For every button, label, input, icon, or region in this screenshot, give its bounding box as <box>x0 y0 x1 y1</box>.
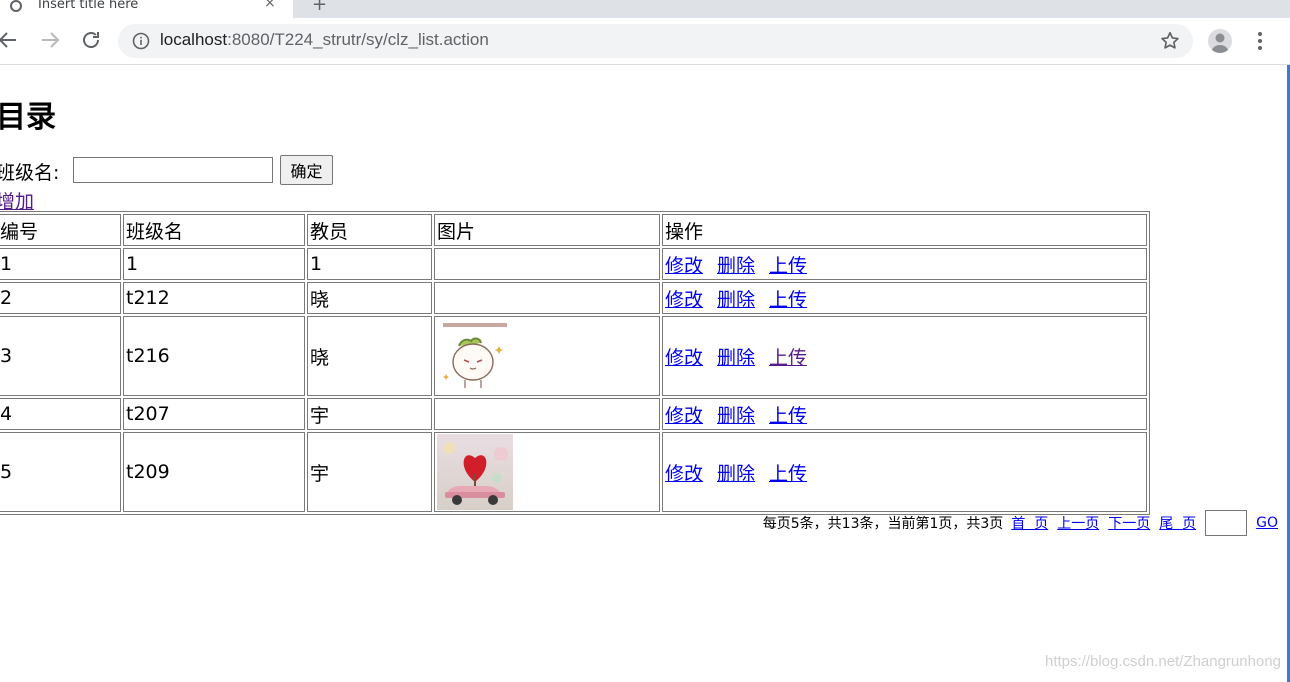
cell-id: 2 <box>0 282 121 314</box>
class-table: 编号 班级名 教员 图片 操作 1 1 1 修改 删除 上传 2 t212 晓 修改… <box>0 211 1150 515</box>
edit-link[interactable]: 修改 <box>665 255 703 277</box>
header-teacher: 教员 <box>307 214 432 246</box>
cell-actions: 修改 删除 上传 <box>662 248 1147 280</box>
header-image: 图片 <box>434 214 660 246</box>
cell-image <box>434 248 660 280</box>
tab-title: Insert title here <box>38 0 139 12</box>
cell-image <box>434 316 660 396</box>
back-arrow-icon[interactable] <box>0 28 20 52</box>
delete-link[interactable]: 删除 <box>717 405 755 427</box>
cell-id: 4 <box>0 398 121 430</box>
delete-link[interactable]: 删除 <box>717 289 755 311</box>
table-row: 2 t212 晓 修改 删除 上传 <box>0 282 1147 314</box>
url-text: localhost:8080/T224_strutr/sy/clz_list.a… <box>160 30 489 50</box>
url-path: :8080/T224_strutr/sy/clz_list.action <box>227 30 489 49</box>
cell-name: 1 <box>123 248 305 280</box>
address-bar[interactable]: localhost:8080/T224_strutr/sy/clz_list.a… <box>118 24 1193 58</box>
bookmark-star-icon[interactable] <box>1159 30 1181 52</box>
table-row: 5 t209 宇 修改 删除 上传 <box>0 432 1147 512</box>
upload-link[interactable]: 上传 <box>769 255 807 277</box>
page-title: 目录 <box>0 100 56 135</box>
tab-strip: Insert title here × + <box>0 0 1290 18</box>
prev-page-link[interactable]: 上一页 <box>1057 513 1099 533</box>
table-row: 4 t207 宇 修改 删除 上传 <box>0 398 1147 430</box>
new-tab-icon[interactable]: + <box>312 0 327 15</box>
confirm-button[interactable]: 确定 <box>280 155 333 185</box>
add-link[interactable]: 增加 <box>0 187 34 214</box>
cartoon-sticker-image <box>437 318 513 394</box>
upload-link[interactable]: 上传 <box>769 463 807 485</box>
cell-id: 5 <box>0 432 121 512</box>
page-content: 目录 班级名: 确定 增加 编号 班级名 教员 图片 操作 1 1 1 修改 删除… <box>0 65 1287 682</box>
url-host: localhost <box>160 30 228 49</box>
header-name: 班级名 <box>123 214 305 246</box>
upload-link[interactable]: 上传 <box>769 289 807 311</box>
kebab-menu-icon[interactable] <box>1252 30 1268 52</box>
cell-image <box>434 398 660 430</box>
cell-name: t207 <box>123 398 305 430</box>
cell-name: t212 <box>123 282 305 314</box>
profile-avatar-icon[interactable] <box>1208 29 1232 53</box>
cell-teacher: 1 <box>307 248 432 280</box>
edit-link[interactable]: 修改 <box>665 347 703 369</box>
next-page-link[interactable]: 下一页 <box>1108 513 1150 533</box>
cell-id: 3 <box>0 316 121 396</box>
cell-actions: 修改 删除 上传 <box>662 316 1147 396</box>
cell-id: 1 <box>0 248 121 280</box>
header-actions: 操作 <box>662 214 1147 246</box>
go-link[interactable]: GO <box>1256 515 1278 531</box>
table-header-row: 编号 班级名 教员 图片 操作 <box>0 214 1147 246</box>
cell-teacher: 晓 <box>307 316 432 396</box>
watermark: https://blog.csdn.net/Zhangrunhong <box>1044 653 1281 670</box>
cell-name: t209 <box>123 432 305 512</box>
table-row: 1 1 1 修改 删除 上传 <box>0 248 1147 280</box>
pink-car-heart-image <box>437 434 513 510</box>
class-name-input[interactable] <box>73 157 273 183</box>
delete-link[interactable]: 删除 <box>717 347 755 369</box>
upload-link[interactable]: 上传 <box>769 405 807 427</box>
upload-link[interactable]: 上传 <box>769 347 807 369</box>
pagination-info: 每页5条，共13条，当前第1页，共3页 <box>762 516 1004 532</box>
edit-link[interactable]: 修改 <box>665 463 703 485</box>
last-page-link[interactable]: 尾 页 <box>1159 513 1196 533</box>
table-row: 3 t216 晓 修改 删除 上传 <box>0 316 1147 396</box>
edit-link[interactable]: 修改 <box>665 289 703 311</box>
cell-image <box>434 282 660 314</box>
cell-actions: 修改 删除 上传 <box>662 398 1147 430</box>
info-icon[interactable] <box>132 32 150 50</box>
pagination: 每页5条，共13条，当前第1页，共3页 首 页 上一页 下一页 尾 页 GO <box>763 510 1278 536</box>
cell-teacher: 宇 <box>307 432 432 512</box>
first-page-link[interactable]: 首 页 <box>1011 513 1048 533</box>
cell-image <box>434 432 660 512</box>
cell-teacher: 晓 <box>307 282 432 314</box>
browser-tab[interactable]: Insert title here × <box>0 0 293 18</box>
cell-actions: 修改 删除 上传 <box>662 432 1147 512</box>
browser-toolbar: localhost:8080/T224_strutr/sy/clz_list.a… <box>0 18 1290 65</box>
page-number-input[interactable] <box>1205 510 1248 536</box>
delete-link[interactable]: 删除 <box>717 463 755 485</box>
globe-icon <box>10 0 22 12</box>
cell-name: t216 <box>123 316 305 396</box>
edit-link[interactable]: 修改 <box>665 405 703 427</box>
close-icon[interactable]: × <box>264 0 276 11</box>
cell-teacher: 宇 <box>307 398 432 430</box>
header-id: 编号 <box>0 214 121 246</box>
forward-arrow-icon[interactable] <box>38 28 62 52</box>
search-label: 班级名: <box>0 162 60 184</box>
cell-actions: 修改 删除 上传 <box>662 282 1147 314</box>
reload-icon[interactable] <box>79 28 103 52</box>
delete-link[interactable]: 删除 <box>717 255 755 277</box>
